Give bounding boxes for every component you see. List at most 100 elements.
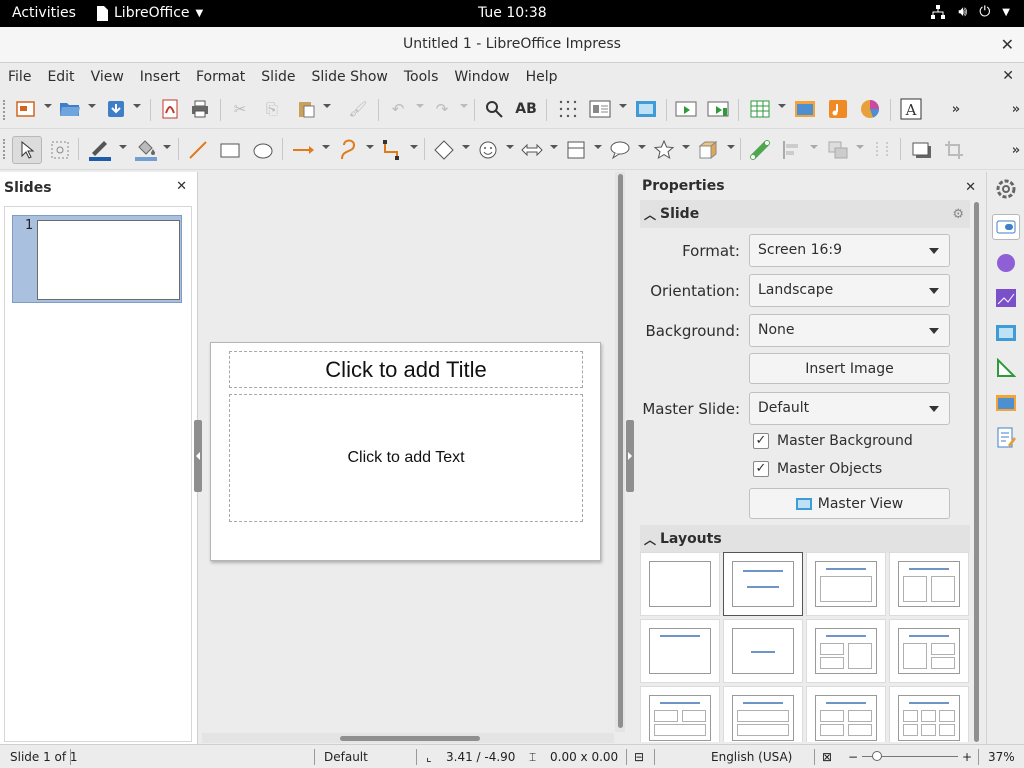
save-dropdown-arrow[interactable] [133, 104, 141, 108]
menu-slide-show[interactable]: Slide Show [303, 69, 395, 85]
block-arrows-dropdown-arrow[interactable] [550, 145, 558, 149]
section-options-icon[interactable]: ⚙ [952, 207, 964, 222]
zoom-out-icon[interactable]: − [848, 750, 858, 764]
redo-icon[interactable]: ↷ [430, 97, 454, 121]
align-objects-icon[interactable] [780, 138, 804, 162]
activities-button[interactable]: Activities [12, 5, 76, 21]
zoom-in-icon[interactable]: + [962, 750, 972, 764]
vertical-scrollbar[interactable] [615, 172, 625, 732]
orientation-dropdown[interactable]: Landscape [749, 274, 950, 307]
properties-scrollbar-thumb[interactable] [974, 202, 979, 742]
slide-edit-area[interactable]: Click to add Title Click to add Text [202, 172, 614, 744]
connectors-icon[interactable] [380, 138, 404, 162]
slide-transition-icon[interactable] [992, 250, 1020, 276]
line-color-icon[interactable] [88, 138, 112, 162]
navigator-icon[interactable] [992, 425, 1020, 451]
horizontal-scrollbar[interactable] [202, 733, 614, 743]
layout-title-content-over-content[interactable] [723, 686, 803, 742]
points-icon[interactable] [748, 138, 772, 162]
undo-dropdown-arrow[interactable] [416, 104, 424, 108]
export-pdf-icon[interactable] [158, 97, 182, 121]
app-menu[interactable]: LibreOffice ▼ [96, 5, 203, 21]
curves-icon[interactable] [336, 138, 360, 162]
image-icon[interactable] [793, 97, 817, 121]
table-dropdown-arrow[interactable] [778, 104, 786, 108]
basic-shapes-dropdown-arrow[interactable] [462, 145, 470, 149]
display-views-icon[interactable] [588, 97, 612, 121]
connectors-dropdown-arrow[interactable] [410, 145, 418, 149]
master-view-button[interactable]: Master View [749, 488, 950, 519]
lines-arrows-icon[interactable] [292, 138, 316, 162]
rectangle-icon[interactable] [218, 138, 242, 162]
text-placeholder[interactable]: Click to add Text [229, 394, 583, 522]
master-slide-icon[interactable] [634, 97, 658, 121]
animation-icon[interactable] [992, 285, 1020, 311]
toolbar-overflow-icon[interactable]: » [1004, 97, 1024, 121]
insert-image-button[interactable]: Insert Image [749, 353, 950, 384]
close-document-button[interactable]: ✕ [1002, 68, 1014, 84]
properties-scrollbar[interactable] [972, 202, 980, 742]
menu-help[interactable]: Help [518, 69, 566, 85]
cut-icon[interactable]: ✂ [228, 97, 252, 121]
new-dropdown-arrow[interactable] [44, 104, 52, 108]
slides-pane-close-button[interactable]: ✕ [176, 179, 187, 194]
master-objects-checkbox[interactable]: ✓ Master Objects [753, 461, 882, 477]
shadow-icon[interactable] [910, 138, 934, 162]
paste-icon[interactable] [294, 97, 318, 121]
display-grid-icon[interactable] [556, 97, 580, 121]
chart-icon[interactable] [858, 97, 882, 121]
align-objects-dropdown-arrow[interactable] [810, 145, 818, 149]
display-views-dropdown-arrow[interactable] [619, 104, 627, 108]
layout-title-only[interactable] [640, 619, 720, 683]
horizontal-scrollbar-thumb[interactable] [340, 736, 480, 741]
zoom-level[interactable]: 37% [988, 750, 1015, 764]
text-box-icon[interactable]: A [899, 97, 923, 121]
layout-title-4-content[interactable] [806, 686, 886, 742]
select-icon[interactable] [12, 136, 42, 164]
redo-dropdown-arrow[interactable] [460, 104, 468, 108]
digital-signature-icon[interactable]: ⊠ [822, 750, 832, 764]
layout-blank[interactable] [640, 552, 720, 616]
line-color-dropdown-arrow[interactable] [119, 145, 127, 149]
copy-icon[interactable]: ⎘ [260, 97, 284, 121]
layout-centered-text[interactable] [723, 619, 803, 683]
arrange-icon[interactable] [826, 138, 850, 162]
sidebar-settings-icon[interactable] [992, 176, 1020, 202]
language-indicator[interactable]: English (USA) [711, 750, 792, 764]
clone-formatting-icon[interactable]: 🖌︎ [346, 97, 370, 121]
menu-view[interactable]: View [83, 69, 132, 85]
gallery-icon[interactable] [992, 390, 1020, 416]
3d-objects-icon[interactable] [696, 138, 720, 162]
layout-title-2-content-content[interactable] [806, 619, 886, 683]
fill-color-dropdown-arrow[interactable] [163, 145, 171, 149]
arrange-dropdown-arrow[interactable] [856, 145, 864, 149]
callout-shapes-icon[interactable] [608, 138, 632, 162]
zoom-slider-handle[interactable] [872, 751, 882, 761]
properties-close-button[interactable]: ✕ [965, 180, 976, 195]
properties-tab-icon[interactable] [992, 214, 1020, 240]
flowchart-icon[interactable] [564, 138, 588, 162]
distribute-icon[interactable] [870, 138, 894, 162]
menu-edit[interactable]: Edit [39, 69, 82, 85]
zoom-pan-icon[interactable] [48, 138, 72, 162]
crop-icon[interactable] [942, 138, 966, 162]
open-dropdown-arrow[interactable] [88, 104, 96, 108]
symbol-shapes-dropdown-arrow[interactable] [506, 145, 514, 149]
menu-file[interactable]: File [0, 69, 39, 85]
paste-dropdown-arrow[interactable] [323, 104, 331, 108]
fill-color-icon[interactable] [134, 138, 158, 162]
start-first-slide-icon[interactable] [674, 97, 698, 121]
slide-thumbnail-1[interactable]: 1 [12, 215, 182, 303]
toolbar-grip[interactable] [3, 139, 6, 159]
callout-shapes-dropdown-arrow[interactable] [638, 145, 646, 149]
lines-arrows-dropdown-arrow[interactable] [322, 145, 330, 149]
flowchart-dropdown-arrow[interactable] [594, 145, 602, 149]
document-modified-icon[interactable]: ⊟ [634, 750, 644, 764]
curves-dropdown-arrow[interactable] [366, 145, 374, 149]
menu-insert[interactable]: Insert [132, 69, 188, 85]
window-close-button[interactable]: ✕ [1001, 35, 1014, 54]
find-replace-icon[interactable] [482, 97, 506, 121]
menu-format[interactable]: Format [188, 69, 253, 85]
save-icon[interactable] [104, 97, 128, 121]
sidebar-collapse-handle[interactable] [626, 420, 634, 492]
